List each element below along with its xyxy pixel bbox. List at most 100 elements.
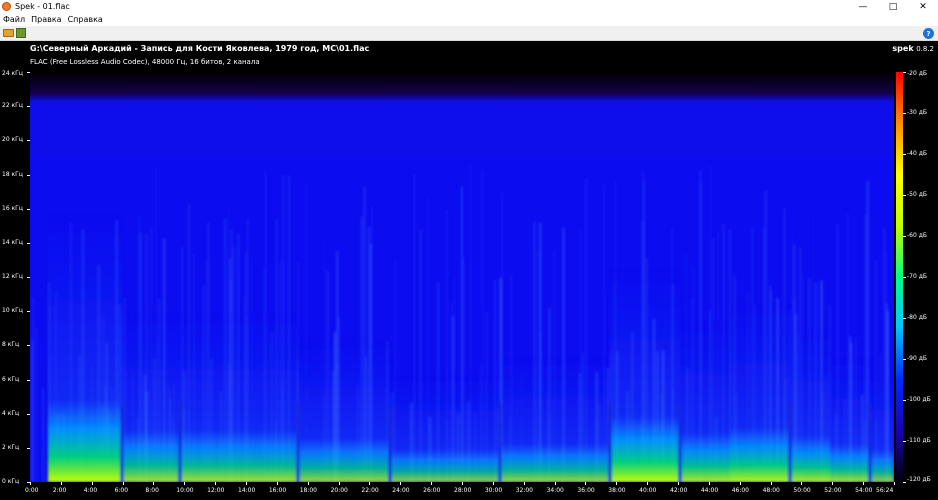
axis-tick [431, 482, 433, 485]
time-tick-label: 50:00 [793, 487, 811, 494]
silence-gap [178, 402, 182, 482]
axis-tick [27, 447, 30, 449]
time-tick-label: 44:00 [700, 487, 719, 494]
file-info: FLAC (Free Lossless Audio Codec), 48000 … [30, 58, 260, 66]
brand-name: spek [892, 44, 914, 53]
axis-tick [863, 482, 865, 485]
time-tick-label: 28:00 [454, 487, 472, 494]
spectral-streak [42, 388, 44, 482]
db-color-scale [896, 72, 903, 482]
axis-tick [91, 482, 93, 485]
axis-tick [27, 277, 30, 278]
silence-gap [868, 402, 872, 482]
time-tick-label: 40:00 [639, 487, 657, 494]
window-title: Spek - 01.flac [15, 2, 70, 11]
axis-tick [27, 208, 30, 210]
axis-tick [903, 236, 906, 237]
menu-help[interactable]: Справка [68, 15, 103, 24]
window-controls: — □ ✕ [848, 0, 938, 13]
db-tick-label: -60 дБ [907, 232, 927, 239]
frequency-tick-label: 6 кГц [2, 375, 20, 383]
menu-bar: Файл Правка Справка [0, 13, 938, 26]
toolbar: ? [0, 26, 938, 41]
time-tick-label: 16:00 [268, 487, 287, 494]
db-tick-label: -120 дБ [907, 476, 931, 483]
low-frequency-energy-band [610, 416, 680, 482]
db-tick-label: -80 дБ [907, 314, 927, 321]
time-tick-label: 12:00 [207, 487, 225, 494]
axis-tick [184, 482, 186, 485]
frequency-tick-label: 2 кГц [2, 443, 20, 451]
axis-tick [616, 482, 618, 485]
save-image-icon[interactable] [16, 28, 26, 38]
low-frequency-energy-band [122, 429, 298, 482]
help-icon[interactable]: ? [923, 28, 934, 39]
db-tick-label: -90 дБ [907, 355, 927, 362]
silence-gap [120, 402, 124, 482]
low-frequency-energy-band [870, 449, 894, 482]
frequency-tick-label: 4 кГц [2, 409, 20, 417]
db-tick-label: -20 дБ [907, 70, 927, 77]
axis-tick [27, 345, 30, 347]
file-path: G:\Северный Аркадий - Запись для Кости Я… [30, 44, 370, 53]
axis-tick [400, 482, 402, 485]
frequency-tick-label: 22 кГц [2, 102, 23, 110]
open-file-icon[interactable] [3, 29, 14, 37]
time-tick-label: 32:00 [515, 487, 533, 494]
silence-gap [388, 402, 392, 482]
silence-gap [296, 402, 300, 482]
axis-tick [708, 482, 710, 485]
maximize-button[interactable]: □ [878, 0, 908, 13]
axis-tick [903, 318, 906, 319]
spectral-streak [32, 297, 34, 482]
spectrogram-image [30, 72, 894, 482]
db-tick-label: -50 дБ [907, 191, 927, 198]
axis-tick [647, 482, 649, 485]
axis-tick [27, 174, 30, 176]
axis-tick [903, 154, 906, 155]
time-tick-label: 0:00 [25, 487, 39, 494]
axis-tick [27, 140, 30, 142]
axis-tick [492, 482, 494, 485]
time-tick-label: 24:00 [392, 487, 410, 494]
frequency-tick-label: 10 кГц [2, 307, 23, 315]
spectral-streak [36, 328, 38, 482]
axis-tick [153, 482, 155, 485]
db-tick-label: -30 дБ [907, 109, 927, 116]
db-tick-label: -100 дБ [907, 396, 931, 403]
axis-tick [369, 482, 371, 485]
menu-file[interactable]: Файл [3, 15, 25, 24]
time-tick-label: 14:00 [238, 487, 256, 494]
axis-tick [903, 482, 906, 483]
title-bar: Spek - 01.flac — □ ✕ [0, 0, 938, 13]
axis-tick [122, 482, 124, 485]
time-tick-label: 18:00 [299, 487, 317, 494]
low-frequency-energy-band [830, 443, 870, 482]
frequency-tick-label: 24 кГц [2, 70, 23, 77]
low-frequency-energy-band [730, 427, 790, 482]
frequency-tick-label: 20 кГц [2, 136, 23, 144]
time-tick-label: 54:00 [855, 487, 873, 494]
frequency-tick-label: 8 кГц [2, 341, 20, 349]
minimize-button[interactable]: — [848, 0, 878, 13]
axis-tick [585, 482, 587, 485]
time-tick-label: 8:00 [145, 487, 159, 494]
axis-tick [832, 482, 834, 485]
axis-tick [338, 482, 340, 485]
axis-tick [246, 482, 247, 485]
frequency-tick-label: 14 кГц [2, 238, 23, 246]
time-tick-label: 46:00 [731, 487, 749, 494]
silence-gap [608, 402, 612, 482]
close-button[interactable]: ✕ [908, 0, 938, 13]
axis-tick [903, 72, 906, 73]
axis-tick [462, 482, 463, 485]
time-tick-label: 22:00 [361, 487, 379, 494]
axis-tick [27, 311, 30, 313]
menu-edit[interactable]: Правка [31, 15, 61, 24]
axis-tick [27, 106, 30, 108]
axis-tick [554, 482, 556, 485]
axis-tick [801, 482, 803, 485]
axis-tick [307, 482, 309, 485]
axis-tick [27, 72, 30, 73]
time-tick-label: 38:00 [608, 487, 626, 494]
